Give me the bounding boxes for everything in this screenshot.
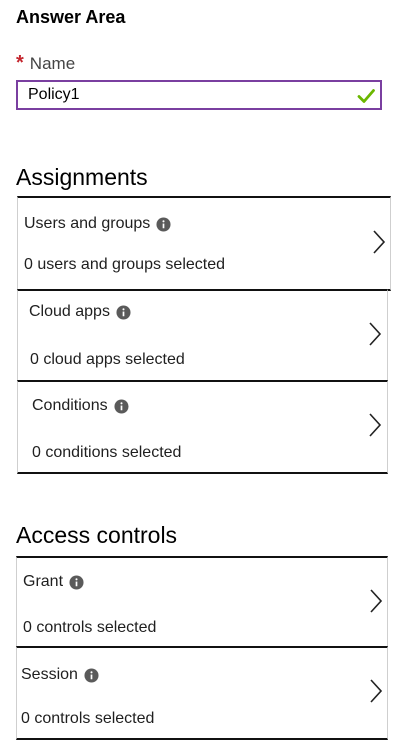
card-subtitle: 0 controls selected [23,619,157,636]
chevron-right-icon [369,413,382,437]
card-title-text: Cloud apps [29,303,110,320]
name-label-text: Name [29,54,76,73]
cloud-apps-card[interactable]: Cloud apps 0 cloud apps selected [17,289,388,383]
card-title: Grant [23,573,84,591]
info-icon [84,667,99,683]
info-icon [69,574,84,590]
answer-area-title: Answer Area [16,7,126,27]
required-indicator: * [16,52,24,74]
grant-card[interactable]: Grant 0 controls selected [16,556,388,650]
info-icon [156,216,171,232]
card-subtitle: 0 cloud apps selected [30,351,185,368]
card-title-text: Conditions [32,397,108,414]
name-field-label: * Name [16,52,75,75]
info-icon [114,398,129,414]
card-title: Session [21,666,99,684]
card-title-text: Users and groups [24,215,151,232]
chevron-right-icon [370,679,383,703]
chevron-right-icon [373,230,386,254]
card-title-text: Grant [23,573,64,590]
conditions-card[interactable]: Conditions 0 conditions selected [17,380,388,474]
card-subtitle: 0 users and groups selected [24,256,226,273]
card-subtitle: 0 conditions selected [32,444,182,461]
card-title-text: Session [21,666,78,683]
assignments-heading: Assignments [16,164,148,190]
checkmark-icon [357,89,375,103]
card-title: Conditions [32,397,129,415]
name-input-container [16,80,382,110]
session-card[interactable]: Session 0 controls selected [16,646,388,740]
card-title: Users and groups [24,215,171,233]
info-icon [116,304,131,320]
chevron-right-icon [369,322,382,346]
users-and-groups-card[interactable]: Users and groups 0 users and groups sele… [17,196,391,291]
card-title: Cloud apps [29,303,131,321]
name-input[interactable] [18,82,380,108]
chevron-right-icon [370,589,383,613]
access-controls-heading: Access controls [16,522,178,548]
